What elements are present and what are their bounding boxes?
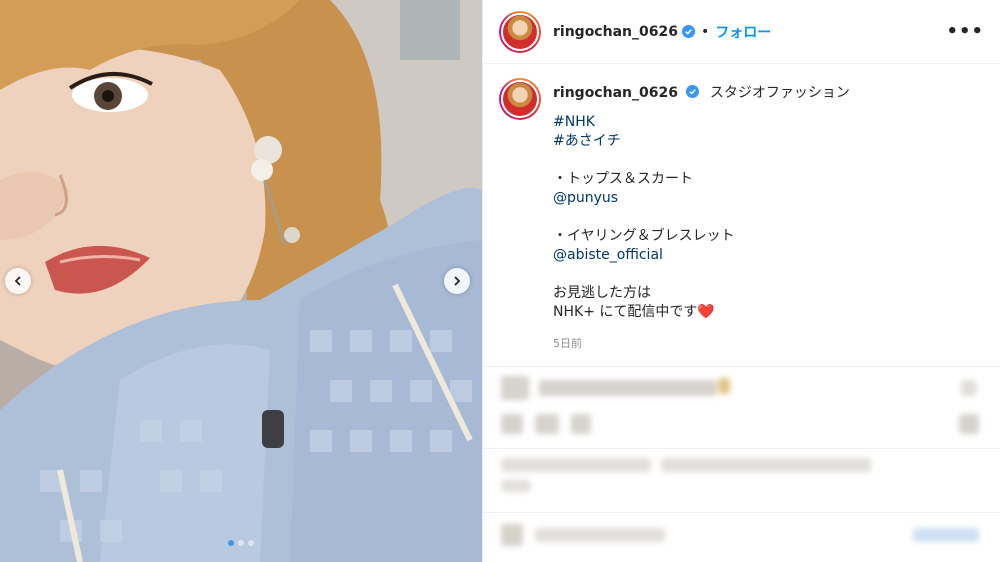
header-separator: • xyxy=(700,23,710,40)
caption-line: NHK+ にて配信中です❤️ xyxy=(553,304,715,320)
follow-button[interactable]: フォロー xyxy=(715,22,771,42)
carousel-indicator xyxy=(0,540,482,546)
caption-line: ・トップス＆スカート xyxy=(553,171,693,187)
more-options-button[interactable]: ••• xyxy=(946,21,984,42)
caption-line: ・イヤリング＆ブレスレット xyxy=(553,228,735,244)
caption-avatar[interactable] xyxy=(499,78,541,120)
photo-scene xyxy=(0,0,482,562)
caption-link[interactable]: #NHK xyxy=(553,113,850,132)
avatar[interactable] xyxy=(499,10,541,53)
caption-text: #NHK #あさイチ・トップス＆スカート @punyus ・イヤリング＆ブレスレット @… xyxy=(553,113,850,322)
blurred-comments-area xyxy=(483,362,1000,562)
post-header: ringochan_0626 • フォロー ••• xyxy=(483,0,1000,64)
chevron-left-icon xyxy=(14,276,21,286)
carousel-dot xyxy=(238,540,244,546)
post-side-panel: ringochan_0626 • フォロー ••• ringochan_0626… xyxy=(482,0,1000,562)
post-caption: ringochan_0626 スタジオファッション #NHK #あさイチ・トップス… xyxy=(483,64,1000,353)
caption-title: スタジオファッション xyxy=(709,85,850,101)
caption-link[interactable]: @abiste_official xyxy=(553,246,850,265)
carousel-dot xyxy=(248,540,254,546)
caption-link[interactable]: @punyus xyxy=(553,189,850,208)
post-timestamp[interactable]: 5日前 xyxy=(553,334,850,353)
carousel-next-button[interactable] xyxy=(444,268,470,294)
verified-badge-icon xyxy=(681,25,695,38)
verified-badge-icon xyxy=(686,85,700,98)
carousel-dot xyxy=(228,540,234,546)
chevron-right-icon xyxy=(454,276,461,286)
post-photo[interactable] xyxy=(0,0,482,562)
caption-link[interactable]: #あさイチ xyxy=(553,132,850,151)
header-username[interactable]: ringochan_0626 xyxy=(553,24,678,40)
carousel-prev-button[interactable] xyxy=(5,268,31,294)
caption-username[interactable]: ringochan_0626 xyxy=(553,85,678,101)
caption-line: お見逃した方は xyxy=(553,285,651,301)
